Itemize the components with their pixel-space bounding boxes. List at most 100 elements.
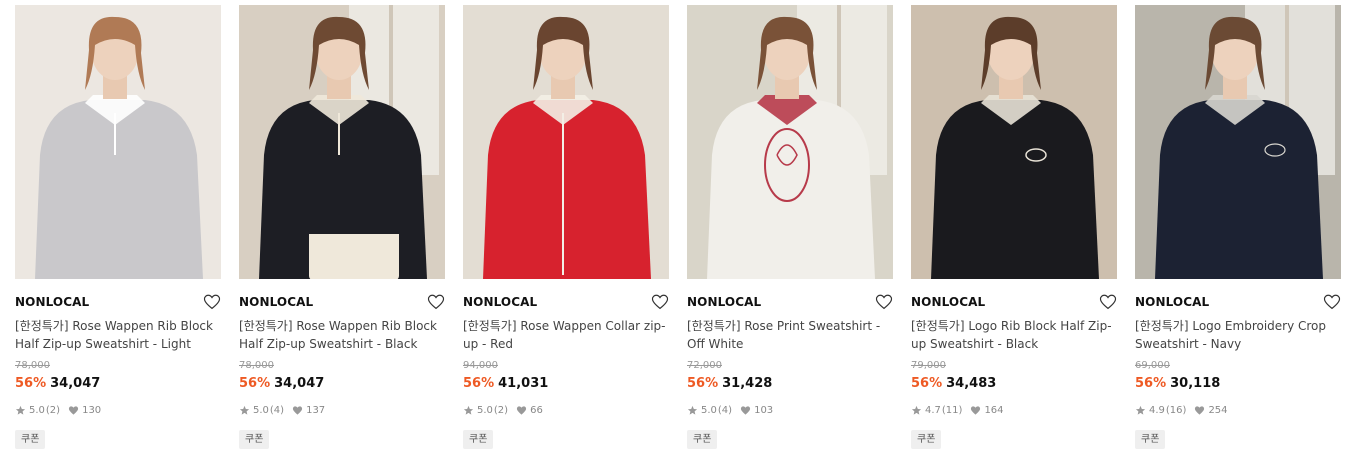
brand-row: NONLOCAL — [15, 293, 221, 311]
price-row: 56% 34,047 — [15, 376, 100, 391]
heart-outline-icon[interactable] — [1099, 293, 1117, 311]
brand-name[interactable]: NONLOCAL — [15, 295, 89, 309]
rating-value: 5.0 — [701, 405, 717, 416]
product-name[interactable]: [한정특가] Rose Print Sweatshirt - Off White — [687, 317, 893, 353]
star-icon — [1135, 405, 1146, 416]
product-image[interactable] — [1135, 5, 1341, 279]
like-count: 254 — [1208, 405, 1228, 416]
brand-name[interactable]: NONLOCAL — [239, 295, 313, 309]
price-row: 56% 34,483 — [911, 376, 996, 391]
discount-rate: 56% — [911, 376, 943, 391]
brand-row: NONLOCAL — [687, 293, 893, 311]
product-card[interactable]: NONLOCAL [한정특가] Rose Wappen Collar zip-u… — [463, 5, 669, 455]
heart-outline-icon[interactable] — [875, 293, 893, 311]
star-icon — [15, 405, 26, 416]
product-image[interactable] — [687, 5, 893, 279]
discount-rate: 56% — [463, 376, 495, 391]
product-card[interactable]: NONLOCAL [한정특가] Logo Rib Block Half Zip-… — [911, 5, 1117, 455]
original-price: 79,000 — [911, 360, 946, 371]
heart-filled-icon — [970, 405, 981, 416]
coupon-badge: 쿠폰 — [1135, 430, 1166, 449]
product-image[interactable] — [239, 5, 445, 279]
product-card[interactable]: NONLOCAL [한정특가] Rose Wappen Rib Block Ha… — [15, 5, 221, 455]
coupon-badge: 쿠폰 — [239, 430, 270, 449]
product-card[interactable]: NONLOCAL [한정특가] Rose Print Sweatshirt - … — [687, 5, 893, 455]
heart-outline-icon[interactable] — [1323, 293, 1341, 311]
brand-name[interactable]: NONLOCAL — [463, 295, 537, 309]
heart-filled-icon — [68, 405, 79, 416]
product-card[interactable]: NONLOCAL [한정특가] Logo Embroidery Crop Swe… — [1135, 5, 1341, 455]
review-count: (11) — [941, 405, 963, 416]
original-price: 78,000 — [15, 360, 50, 371]
rating-value: 5.0 — [253, 405, 269, 416]
sale-price: 31,428 — [722, 376, 773, 391]
discount-rate: 56% — [15, 376, 47, 391]
product-name[interactable]: [한정특가] Rose Wappen Collar zip-up - Red — [463, 317, 669, 353]
heart-outline-icon[interactable] — [651, 293, 669, 311]
price-row: 56% 41,031 — [463, 376, 548, 391]
review-meta: 4.7 (11) 164 — [911, 405, 1004, 416]
heart-outline-icon[interactable] — [203, 293, 221, 311]
star-icon — [239, 405, 250, 416]
brand-name[interactable]: NONLOCAL — [1135, 295, 1209, 309]
discount-rate: 56% — [239, 376, 271, 391]
sale-price: 41,031 — [498, 376, 549, 391]
review-count: (2) — [45, 405, 61, 416]
review-count: (2) — [493, 405, 509, 416]
review-meta: 5.0 (2) 130 — [15, 405, 101, 416]
product-name[interactable]: [한정특가] Rose Wappen Rib Block Half Zip-up… — [239, 317, 445, 353]
product-name[interactable]: [한정특가] Rose Wappen Rib Block Half Zip-up… — [15, 317, 221, 353]
heart-filled-icon — [292, 405, 303, 416]
price-row: 56% 30,118 — [1135, 376, 1220, 391]
sale-price: 30,118 — [1170, 376, 1221, 391]
brand-row: NONLOCAL — [463, 293, 669, 311]
product-image[interactable] — [911, 5, 1117, 279]
rating-value: 5.0 — [29, 405, 45, 416]
star-icon — [463, 405, 474, 416]
rating-value: 4.9 — [1149, 405, 1165, 416]
brand-row: NONLOCAL — [1135, 293, 1341, 311]
review-meta: 5.0 (4) 103 — [687, 405, 773, 416]
product-card[interactable]: NONLOCAL [한정특가] Rose Wappen Rib Block Ha… — [239, 5, 445, 455]
like-count: 130 — [82, 405, 102, 416]
like-count: 137 — [306, 405, 326, 416]
review-meta: 5.0 (2) 66 — [463, 405, 543, 416]
coupon-badge: 쿠폰 — [15, 430, 46, 449]
review-meta: 4.9 (16) 254 — [1135, 405, 1228, 416]
sale-price: 34,047 — [50, 376, 101, 391]
product-image[interactable] — [15, 5, 221, 279]
heart-outline-icon[interactable] — [427, 293, 445, 311]
review-count: (4) — [269, 405, 285, 416]
discount-rate: 56% — [1135, 376, 1167, 391]
review-meta: 5.0 (4) 137 — [239, 405, 325, 416]
coupon-badge: 쿠폰 — [463, 430, 494, 449]
sale-price: 34,483 — [946, 376, 997, 391]
price-row: 56% 34,047 — [239, 376, 324, 391]
heart-filled-icon — [740, 405, 751, 416]
star-icon — [911, 405, 922, 416]
original-price: 69,000 — [1135, 360, 1170, 371]
discount-rate: 56% — [687, 376, 719, 391]
product-image[interactable] — [463, 5, 669, 279]
rating-value: 5.0 — [477, 405, 493, 416]
like-count: 103 — [754, 405, 774, 416]
product-name[interactable]: [한정특가] Logo Embroidery Crop Sweatshirt -… — [1135, 317, 1341, 353]
product-name[interactable]: [한정특가] Logo Rib Block Half Zip-up Sweats… — [911, 317, 1117, 353]
brand-name[interactable]: NONLOCAL — [911, 295, 985, 309]
review-count: (16) — [1165, 405, 1187, 416]
original-price: 94,000 — [463, 360, 498, 371]
price-row: 56% 31,428 — [687, 376, 772, 391]
original-price: 78,000 — [239, 360, 274, 371]
review-count: (4) — [717, 405, 733, 416]
brand-row: NONLOCAL — [239, 293, 445, 311]
original-price: 72,000 — [687, 360, 722, 371]
sale-price: 34,047 — [274, 376, 325, 391]
brand-name[interactable]: NONLOCAL — [687, 295, 761, 309]
star-icon — [687, 405, 698, 416]
like-count: 164 — [984, 405, 1004, 416]
brand-row: NONLOCAL — [911, 293, 1117, 311]
heart-filled-icon — [516, 405, 527, 416]
coupon-badge: 쿠폰 — [687, 430, 718, 449]
product-grid: NONLOCAL [한정특가] Rose Wappen Rib Block Ha… — [0, 0, 1346, 459]
heart-filled-icon — [1194, 405, 1205, 416]
